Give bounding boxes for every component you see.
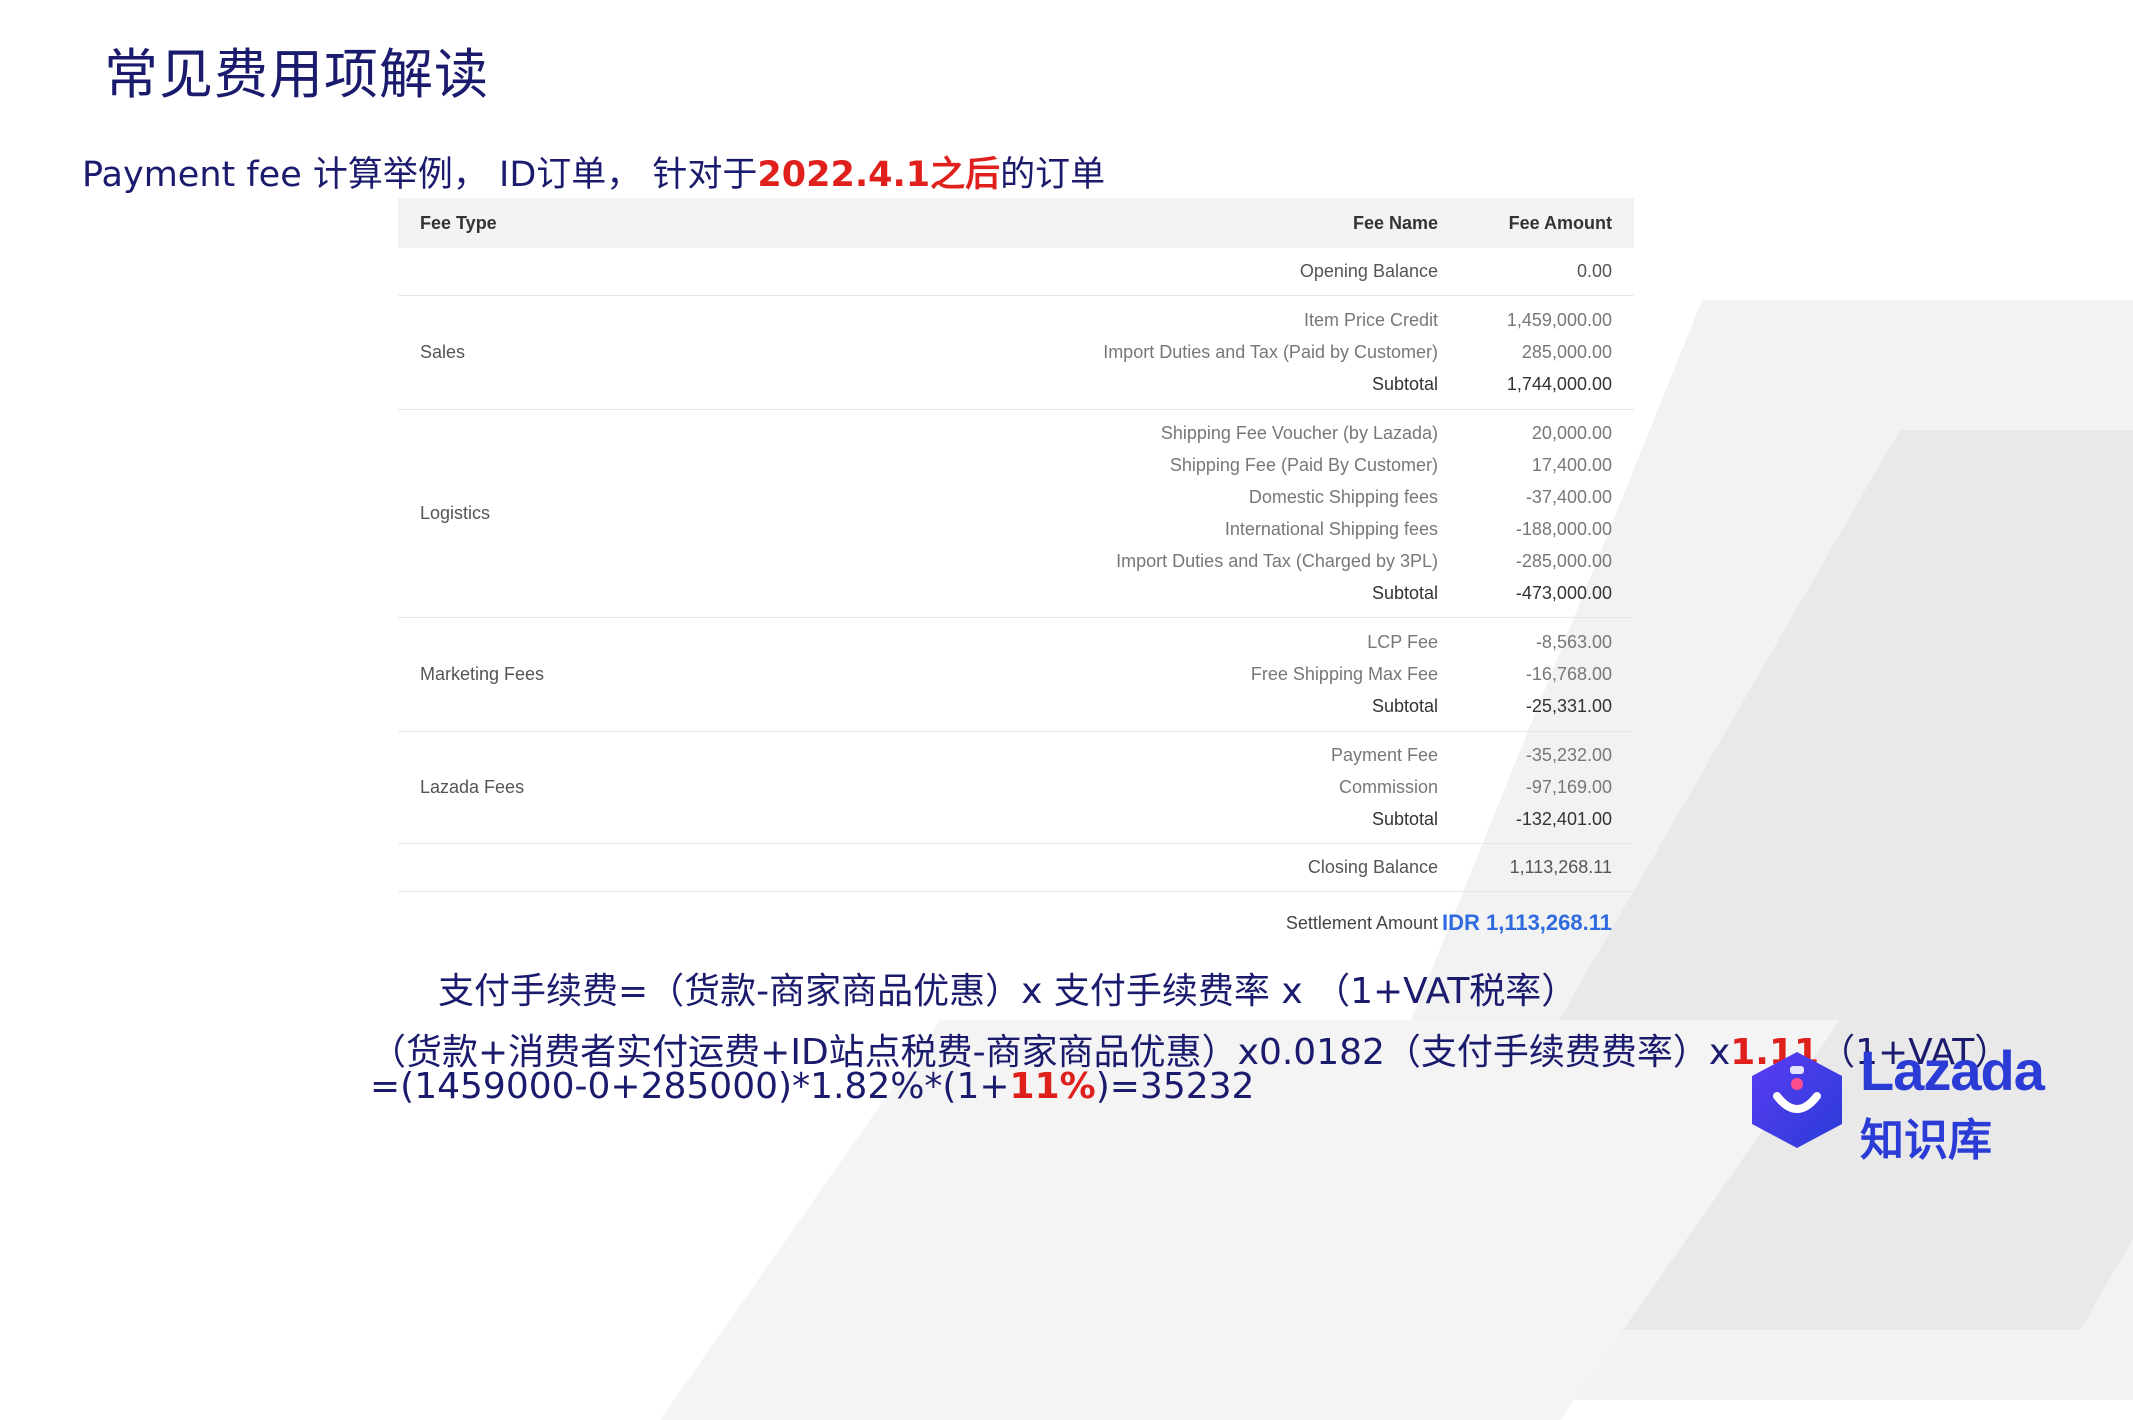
fee-name: Payment Fee xyxy=(1330,745,1438,765)
formula-line-3: =(1459000-0+285000)*1.82%*(1+11%)=35232 xyxy=(370,1066,1254,1107)
fee-name: Settlement Amount xyxy=(1285,912,1438,933)
header-fee-name: Fee Name xyxy=(1352,212,1438,233)
logo-wordmark: Lazada xyxy=(1860,1039,2045,1102)
fee-name: Subtotal xyxy=(1371,809,1438,829)
fee-name: Opening Balance xyxy=(1299,261,1438,281)
table-row-settlement: Settlement Amount IDR 1,113,268.11 xyxy=(398,892,1634,954)
fee-amount: 285,000.00 xyxy=(1521,342,1612,362)
fee-name: Shipping Fee (Paid By Customer) xyxy=(1169,455,1438,475)
table-row: Free Shipping Max Fee -16,768.00 xyxy=(718,659,1634,691)
table-group-sales: Sales Item Price Credit 1,459,000.00 Imp… xyxy=(398,296,1634,410)
table-row: Import Duties and Tax (Charged by 3PL) -… xyxy=(718,546,1634,578)
table-row-subtotal: Subtotal -473,000.00 xyxy=(718,578,1634,610)
fee-amount: -132,401.00 xyxy=(1515,809,1612,829)
table-row-subtotal: Subtotal 1,744,000.00 xyxy=(718,369,1634,401)
table-row-closing-balance: Closing Balance 1,113,268.11 xyxy=(398,844,1634,892)
settlement-amount: IDR 1,113,268.11 xyxy=(1441,910,1612,935)
fee-name: Import Duties and Tax (Charged by 3PL) xyxy=(1116,551,1438,571)
subtitle-suffix: 的订单 xyxy=(1000,155,1106,195)
fee-amount: -16,768.00 xyxy=(1525,664,1612,684)
formula-highlight: 11% xyxy=(1009,1066,1096,1107)
table-row: Item Price Credit 1,459,000.00 xyxy=(718,305,1634,337)
fee-name: Free Shipping Max Fee xyxy=(1250,664,1438,684)
table-row-opening-balance: Opening Balance 0.00 xyxy=(398,248,1634,296)
table-header: Fee Type Fee Name Fee Amount xyxy=(398,198,1634,248)
fee-name: International Shipping fees xyxy=(1224,519,1438,539)
table-row: Shipping Fee Voucher (by Lazada) 20,000.… xyxy=(718,418,1634,450)
fee-name: Import Duties and Tax (Paid by Customer) xyxy=(1103,342,1438,362)
fee-amount: 17,400.00 xyxy=(1531,455,1612,475)
subtitle: Payment fee 计算举例， ID订单， 针对于2022.4.1之后的订单 xyxy=(82,146,1105,197)
subtitle-prefix: Payment fee 计算举例， ID订单， 针对于 xyxy=(82,155,758,195)
table-row: LCP Fee -8,563.00 xyxy=(718,627,1634,659)
fee-amount: -25,331.00 xyxy=(1525,696,1612,716)
formula-line-1: 支付手续费=（货款-商家商品优惠）x 支付手续费率 x （1+VAT税率） xyxy=(438,971,1578,1012)
fee-type: Logistics xyxy=(420,503,491,523)
fee-amount: 0.00 xyxy=(1576,261,1612,281)
fee-amount: -97,169.00 xyxy=(1525,777,1612,797)
fee-name: LCP Fee xyxy=(1367,632,1438,652)
table-row: Payment Fee -35,232.00 xyxy=(718,740,1634,772)
table-row: Commission -97,169.00 xyxy=(718,772,1634,804)
fee-type: Lazada Fees xyxy=(420,777,525,797)
header-fee-amount: Fee Amount xyxy=(1508,212,1612,233)
table-row-subtotal: Subtotal -25,331.00 xyxy=(718,691,1634,723)
fee-type: Sales xyxy=(420,342,466,362)
fee-type: Marketing Fees xyxy=(420,664,545,684)
table-row: Import Duties and Tax (Paid by Customer)… xyxy=(718,337,1634,369)
page-title: 常见费用项解读 xyxy=(104,43,489,106)
subtitle-highlight-date: 2022.4.1之后 xyxy=(757,155,1001,195)
fee-amount: -37,400.00 xyxy=(1525,487,1612,507)
fee-amount: -188,000.00 xyxy=(1515,519,1612,539)
lazada-logo: Lazada 知识库 xyxy=(1742,1038,2045,1168)
fee-name: Subtotal xyxy=(1371,374,1438,394)
fee-amount: -35,232.00 xyxy=(1525,745,1612,765)
fee-amount: 1,113,268.11 xyxy=(1509,857,1612,877)
fee-amount: -285,000.00 xyxy=(1515,551,1612,571)
formula-text: )=35232 xyxy=(1095,1066,1255,1107)
fee-name: Shipping Fee Voucher (by Lazada) xyxy=(1160,423,1438,443)
fee-amount: 1,744,000.00 xyxy=(1506,374,1612,394)
fee-name: Subtotal xyxy=(1371,696,1438,716)
fee-table: Fee Type Fee Name Fee Amount Opening Bal… xyxy=(398,198,1634,954)
fee-name: Item Price Credit xyxy=(1303,310,1438,330)
logo-subtitle: 知识库 xyxy=(1860,1115,1992,1166)
fee-amount: -473,000.00 xyxy=(1515,583,1612,603)
fee-name: Domestic Shipping fees xyxy=(1248,487,1438,507)
table-group-marketing-fees: Marketing Fees LCP Fee -8,563.00 Free Sh… xyxy=(398,618,1634,732)
fee-amount: 20,000.00 xyxy=(1531,423,1612,443)
table-row: Shipping Fee (Paid By Customer) 17,400.0… xyxy=(718,450,1634,482)
table-group-logistics: Logistics Shipping Fee Voucher (by Lazad… xyxy=(398,410,1634,618)
fee-name: Commission xyxy=(1338,777,1438,797)
fee-amount: 1,459,000.00 xyxy=(1506,310,1612,330)
table-row: International Shipping fees -188,000.00 xyxy=(718,514,1634,546)
formula-text: =(1459000-0+285000)*1.82%*(1+ xyxy=(370,1066,1010,1107)
header-fee-type: Fee Type xyxy=(420,212,497,233)
table-group-lazada-fees: Lazada Fees Payment Fee -35,232.00 Commi… xyxy=(398,732,1634,844)
fee-name: Subtotal xyxy=(1371,583,1438,603)
table-row-subtotal: Subtotal -132,401.00 xyxy=(718,804,1634,836)
fee-name: Closing Balance xyxy=(1307,857,1438,877)
fee-amount: -8,563.00 xyxy=(1535,632,1612,652)
table-row: Domestic Shipping fees -37,400.00 xyxy=(718,482,1634,514)
lazada-heart-icon xyxy=(1752,1052,1842,1148)
